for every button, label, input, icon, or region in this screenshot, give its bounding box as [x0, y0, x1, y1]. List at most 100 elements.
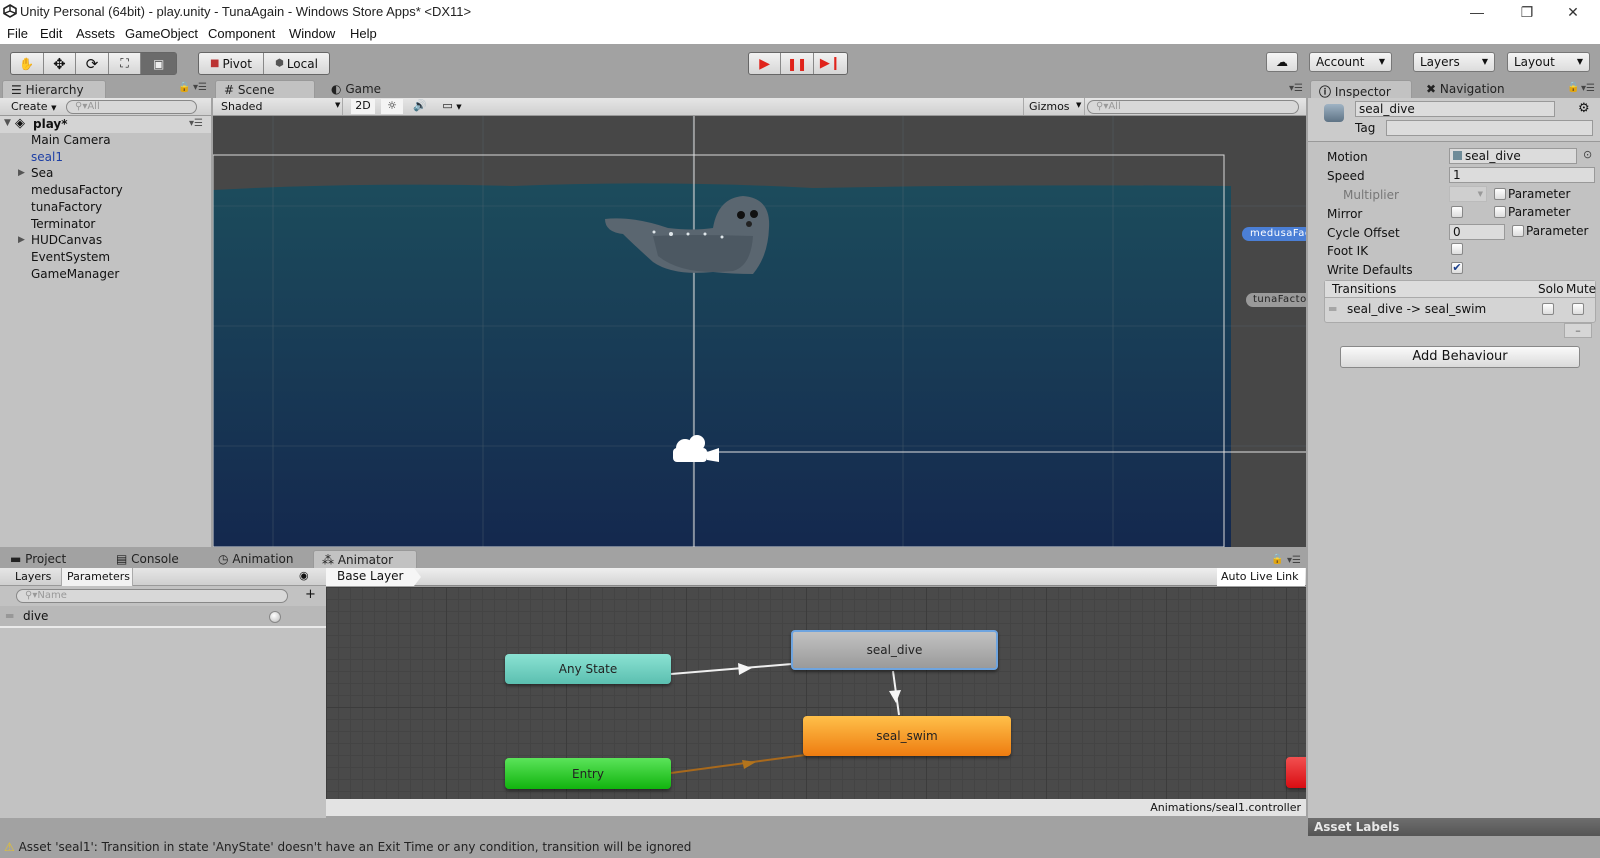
tab-scene[interactable]: # Scene [215, 80, 315, 98]
state-seal-dive[interactable]: seal_dive [791, 630, 998, 670]
status-bar[interactable]: ⚠ Asset 'seal1': Transition in state 'An… [0, 838, 1600, 858]
scene-root-row[interactable]: ▼ ◈ play* ▾☰ [0, 116, 211, 133]
pivot-button[interactable]: ■ Pivot [199, 53, 264, 74]
tab-project[interactable]: ▬ Project [2, 550, 102, 568]
scale-tool-button[interactable]: ⛶ [109, 53, 142, 74]
hierarchy-item[interactable]: EventSystem [31, 250, 110, 264]
layers-dropdown[interactable]: Layers ▼ [1413, 52, 1495, 72]
gear-icon[interactable]: ⚙ [1578, 101, 1590, 116]
solo-checkbox[interactable] [1542, 303, 1554, 315]
lock-icon[interactable]: 🔒 [178, 82, 190, 93]
hierarchy-item[interactable]: tunaFactory [31, 200, 102, 214]
close-button[interactable]: ✕ [1550, 0, 1596, 24]
step-button[interactable]: ▶❙ [814, 53, 847, 74]
drag-handle-icon[interactable]: ═ [6, 609, 13, 623]
tab-console[interactable]: ▤ Console [108, 550, 208, 568]
state-exit[interactable] [1286, 757, 1306, 788]
cloud-button[interactable]: ☁ [1266, 52, 1298, 72]
hierarchy-item[interactable]: Terminator [31, 217, 95, 231]
hand-tool-button[interactable]: ✋ [11, 53, 44, 74]
menu-help[interactable]: Help [350, 26, 377, 41]
cycle-offset-input[interactable]: 0 [1449, 224, 1505, 240]
local-button[interactable]: ⬢ Local [264, 53, 329, 74]
account-dropdown[interactable]: Account ▼ [1309, 52, 1392, 72]
state-entry[interactable]: Entry [505, 758, 671, 789]
menu-file[interactable]: File [7, 26, 28, 41]
cycle-parameter-checkbox[interactable] [1512, 225, 1524, 237]
parameters-tab[interactable]: Parameters [61, 568, 133, 586]
transition-row[interactable]: ═ seal_dive -> seal_swim [1325, 299, 1595, 321]
scene-viewport[interactable]: medusaFac tunaFacto [213, 116, 1306, 547]
panel-menu-icon[interactable]: ▾☰ [1287, 555, 1301, 566]
hierarchy-item[interactable]: GameManager [31, 267, 119, 281]
mirror-parameter-checkbox[interactable] [1494, 206, 1506, 218]
mirror-checkbox[interactable] [1451, 206, 1463, 218]
write-defaults-checkbox[interactable]: ✔ [1451, 262, 1463, 274]
menu-edit[interactable]: Edit [40, 26, 62, 41]
asset-labels-bar[interactable]: Asset Labels [1308, 818, 1600, 836]
drag-handle-icon[interactable]: ═ [1329, 302, 1336, 316]
trigger-toggle[interactable] [269, 611, 281, 623]
move-tool-button[interactable]: ✥ [44, 53, 77, 74]
mute-checkbox[interactable] [1572, 303, 1584, 315]
layout-dropdown[interactable]: Layout ▼ [1507, 52, 1590, 72]
add-behaviour-button[interactable]: Add Behaviour [1340, 346, 1580, 368]
foot-ik-checkbox[interactable] [1451, 243, 1463, 255]
parameter-search-input[interactable]: ⚲▾Name [16, 589, 288, 603]
hierarchy-item[interactable]: Sea [31, 166, 53, 180]
object-picker-icon[interactable]: ⊙ [1583, 148, 1592, 161]
hierarchy-item[interactable]: medusaFactory [31, 183, 123, 197]
expand-triangle-icon[interactable]: ▶ [18, 168, 25, 178]
tab-animator[interactable]: ⁂ Animator [313, 550, 417, 568]
motion-field[interactable]: seal_dive [1449, 148, 1577, 164]
panel-menu-icon[interactable]: ▾☰ [193, 82, 207, 93]
tag-input[interactable] [1386, 120, 1593, 136]
animator-graph[interactable]: Any State seal_dive seal_swim Entry [326, 587, 1306, 799]
state-seal-swim[interactable]: seal_swim [803, 716, 1011, 756]
state-name-input[interactable]: seal_dive [1355, 101, 1555, 117]
add-parameter-button[interactable]: + [305, 587, 316, 602]
speed-input[interactable]: 1 [1449, 167, 1595, 183]
menu-component[interactable]: Component [208, 26, 275, 41]
tuna-factory-label[interactable]: tunaFacto [1246, 293, 1306, 307]
rect-tool-button[interactable]: ▣ [141, 53, 177, 74]
tab-animation[interactable]: ◷ Animation [210, 550, 310, 568]
minimize-button[interactable]: — [1454, 0, 1500, 24]
hierarchy-item[interactable]: HUDCanvas [31, 233, 102, 247]
maximize-button[interactable]: ❐ [1504, 0, 1550, 24]
hierarchy-item[interactable]: Main Camera [31, 133, 111, 147]
rotate-tool-button[interactable]: ⟳ [76, 53, 109, 74]
play-button[interactable]: ▶ [749, 53, 782, 74]
tab-inspector[interactable]: ⓘ Inspector [1310, 80, 1412, 99]
hierarchy-item[interactable]: seal1 [31, 150, 63, 164]
expand-triangle-icon[interactable]: ▶ [18, 235, 25, 245]
state-any-state[interactable]: Any State [505, 654, 671, 684]
audio-toggle[interactable]: 🔊 [409, 99, 431, 114]
menu-gameobject[interactable]: GameObject [125, 26, 198, 41]
tab-hierarchy[interactable]: ☰ Hierarchy [2, 80, 106, 98]
panel-menu-icon[interactable]: ▾☰ [1289, 83, 1303, 94]
lock-icon[interactable]: 🔒 [1271, 554, 1283, 565]
medusa-factory-label[interactable]: medusaFac [1242, 227, 1306, 241]
tab-game[interactable]: ◐ Game [323, 80, 403, 98]
parameter-row[interactable]: ═ dive [0, 606, 326, 628]
create-dropdown[interactable]: Create ▼ [11, 100, 56, 113]
scene-menu-icon[interactable]: ▾☰ [189, 118, 203, 129]
lighting-toggle[interactable]: ☼ [381, 99, 403, 114]
shading-dropdown[interactable]: Shaded ▼ [213, 98, 343, 115]
hierarchy-search-input[interactable]: ⚲▾All [66, 100, 197, 114]
pause-button[interactable]: ❚❚ [781, 53, 814, 74]
multiplier-dropdown[interactable]: ▼ [1449, 186, 1487, 202]
menu-assets[interactable]: Assets [76, 26, 115, 41]
multiplier-parameter-checkbox[interactable] [1494, 188, 1506, 200]
eye-icon[interactable]: ◉ [299, 569, 309, 582]
auto-live-link-button[interactable]: Auto Live Link [1217, 568, 1305, 586]
remove-transition-button[interactable]: – [1564, 323, 1592, 338]
scene-search-input[interactable]: ⚲▾All [1087, 100, 1299, 114]
layers-tab[interactable]: Layers [10, 569, 56, 585]
tab-navigation[interactable]: ✖ Navigation [1418, 80, 1528, 98]
menu-window[interactable]: Window [289, 26, 335, 41]
2d-toggle[interactable]: 2D [351, 99, 375, 114]
lock-icon[interactable]: 🔒 [1567, 82, 1579, 93]
breadcrumb-base-layer[interactable]: Base Layer [326, 568, 421, 586]
